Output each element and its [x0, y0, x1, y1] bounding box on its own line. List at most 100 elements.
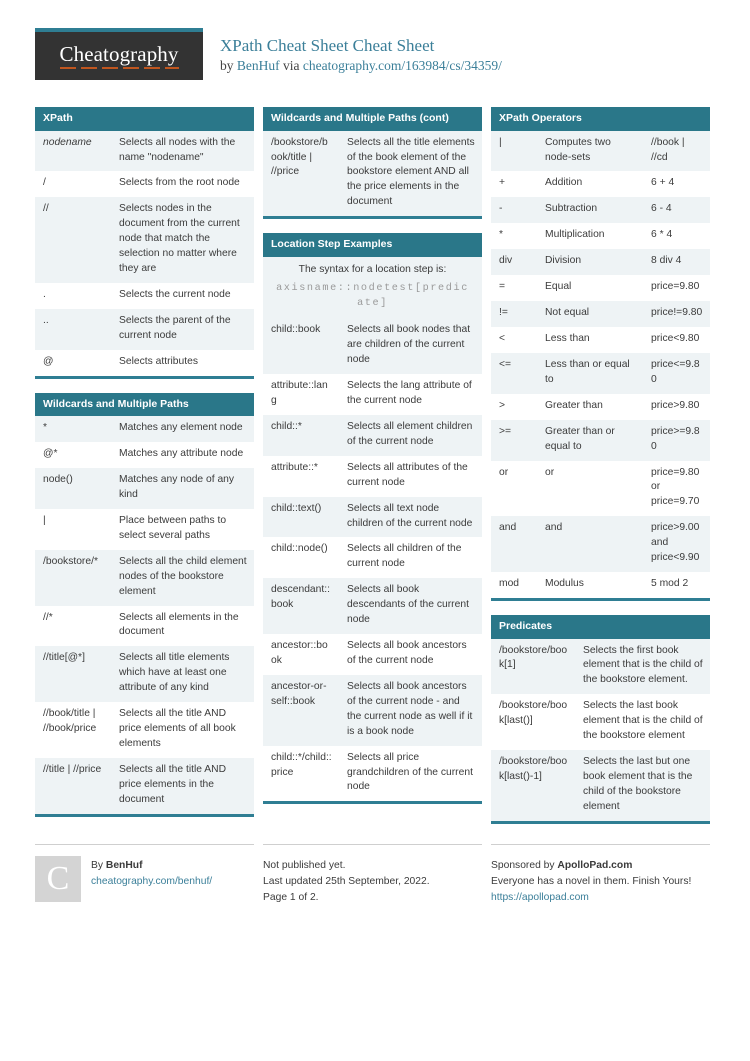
table-row: div Division 8 div 4: [491, 249, 710, 276]
table-row: /bookstore/book[1] Selects the first boo…: [491, 638, 710, 695]
table-row: child::node() Selects all children of th…: [263, 537, 482, 579]
page-title: XPath Cheat Sheet Cheat Sheet: [220, 36, 435, 55]
cell-example: price!=9.80: [643, 301, 710, 327]
syntax-note: The syntax for a location step is:: [263, 256, 482, 280]
table-row: | Computes two node-sets //book | //cd: [491, 130, 710, 172]
publish-status: Not published yet.: [263, 859, 346, 871]
cell-key: attribute::*: [263, 455, 339, 497]
column-3: XPath Operators | Computes two node-sets…: [491, 107, 710, 838]
cell-key: /bookstore/book[1]: [491, 638, 575, 695]
last-updated: Last updated 25th September, 2022.: [263, 875, 430, 887]
cell-value: Selects all title elements which have at…: [111, 646, 254, 703]
cell-value: Selects the last but one book element th…: [575, 750, 710, 821]
cell-meaning: Subtraction: [537, 197, 643, 224]
table-row: | Place between paths to select several …: [35, 508, 254, 550]
cell-key: /: [35, 171, 111, 198]
cell-example: 8 div 4: [643, 249, 710, 276]
author-link[interactable]: BenHuf: [237, 58, 280, 73]
table-xpath: nodename Selects all nodes with the name…: [35, 130, 254, 376]
cell-value: Selects the last book element that is th…: [575, 694, 710, 751]
cell-value: Selects from the root node: [111, 171, 254, 198]
cell-operator: -: [491, 197, 537, 224]
cell-meaning: Greater than: [537, 393, 643, 420]
table-row: @* Matches any attribute node: [35, 442, 254, 469]
footer-sponsor-block: Sponsored by ApolloPad.com Everyone has …: [491, 843, 710, 906]
table-operators: | Computes two node-sets //book | //cd +…: [491, 130, 710, 598]
cell-example: price>9.00 and price<9.90: [643, 516, 710, 573]
footer-profile-link[interactable]: cheatography.com/benhuf/: [91, 876, 212, 887]
table-predicates: /bookstore/book[1] Selects the first boo…: [491, 638, 710, 821]
cell-value: Selects all price grandchildren of the c…: [339, 745, 482, 802]
sponsor-label: Sponsored by: [491, 859, 558, 871]
cell-key: ancestor-or-self::book: [263, 674, 339, 746]
cell-operator: or: [491, 460, 537, 517]
cell-value: Matches any element node: [111, 416, 254, 443]
cell-operator: div: [491, 249, 537, 276]
table-wildcards: * Matches any element node @* Matches an…: [35, 416, 254, 814]
table-row: child::book Selects all book nodes that …: [263, 318, 482, 375]
card-title-xpath: XPath: [35, 107, 254, 131]
cell-key: child::book: [263, 318, 339, 375]
table-row: or or price=9.80 or price=9.70: [491, 460, 710, 517]
footer-author-block: C By BenHuf cheatography.com/benhuf/: [35, 843, 254, 902]
cell-key: child::text(): [263, 496, 339, 538]
cell-key: /bookstore/book[last()-1]: [491, 750, 575, 821]
card-title-operators: XPath Operators: [491, 107, 710, 131]
cell-key: ancestor::book: [263, 634, 339, 675]
table-row: //title[@*] Selects all title elements w…: [35, 646, 254, 703]
byline-by-label: by: [220, 58, 237, 74]
table-row: + Addition 6 + 4: [491, 171, 710, 198]
cell-key: /bookstore/book/title | //price: [263, 130, 339, 217]
page-header: Cheatography XPath Cheat Sheet Cheat She…: [0, 0, 750, 90]
cell-value: Selects all the title elements of the bo…: [339, 130, 482, 217]
cell-example: 6 * 4: [643, 223, 710, 250]
cell-example: //book | //cd: [643, 130, 710, 172]
by-label: By: [91, 859, 106, 871]
cell-value: Selects all the child element nodes of t…: [111, 549, 254, 606]
sponsor-tagline: Everyone has a novel in them. Finish You…: [491, 875, 692, 887]
table-row: mod Modulus 5 mod 2: [491, 572, 710, 598]
cell-value: Selects attributes: [111, 349, 254, 376]
table-row: attribute::* Selects all attributes of t…: [263, 455, 482, 497]
table-row: /bookstore/* Selects all the child eleme…: [35, 549, 254, 606]
cell-meaning: or: [537, 460, 643, 517]
cheatography-logo[interactable]: Cheatography: [35, 28, 203, 80]
cell-value: Selects all the title AND price elements…: [111, 757, 254, 814]
sponsor-url-link[interactable]: https://apollopad.com: [491, 892, 589, 903]
cell-operator: !=: [491, 301, 537, 327]
card-wildcards: Wildcards and Multiple Paths * Matches a…: [35, 392, 254, 817]
table-row: node() Matches any node of any kind: [35, 468, 254, 509]
cell-meaning: Not equal: [537, 301, 643, 327]
card-title-wildcards: Wildcards and Multiple Paths: [35, 392, 254, 417]
cell-example: price<9.80: [643, 326, 710, 353]
cell-meaning: Less than or equal to: [537, 352, 643, 394]
table-row: > Greater than price>9.80: [491, 393, 710, 420]
cell-meaning: Modulus: [537, 572, 643, 598]
cell-operator: and: [491, 516, 537, 573]
table-row: * Multiplication 6 * 4: [491, 223, 710, 250]
cell-operator: |: [491, 130, 537, 172]
cell-key: //: [35, 197, 111, 283]
table-wildcards-cont: /bookstore/book/title | //price Selects …: [263, 130, 482, 217]
cell-value: Selects all book ancestors of the curren…: [339, 674, 482, 746]
footer-sponsor-text: Sponsored by ApolloPad.com Everyone has …: [491, 856, 691, 906]
cell-key: attribute::lang: [263, 374, 339, 415]
cell-key: .: [35, 282, 111, 309]
cell-meaning: Addition: [537, 171, 643, 198]
cell-value: Selects all book ancestors of the curren…: [339, 634, 482, 675]
table-row: >= Greater than or equal to price>=9.80: [491, 419, 710, 461]
cell-operator: =: [491, 275, 537, 302]
cell-operator: >: [491, 393, 537, 420]
cell-value: Selects the first book element that is t…: [575, 638, 710, 695]
footer-author-text: By BenHuf cheatography.com/benhuf/: [91, 856, 212, 902]
cell-value: Selects all children of the current node: [339, 537, 482, 579]
table-row: attribute::lang Selects the lang attribu…: [263, 374, 482, 415]
cell-example: price>=9.80: [643, 419, 710, 461]
cell-key: @: [35, 349, 111, 376]
cell-meaning: and: [537, 516, 643, 573]
cell-meaning: Less than: [537, 326, 643, 353]
cell-value: Selects all the title AND price elements…: [111, 702, 254, 758]
source-url-link[interactable]: cheatography.com/163984/cs/34359/: [303, 58, 502, 73]
cell-key: ..: [35, 308, 111, 350]
cell-operator: <: [491, 326, 537, 353]
